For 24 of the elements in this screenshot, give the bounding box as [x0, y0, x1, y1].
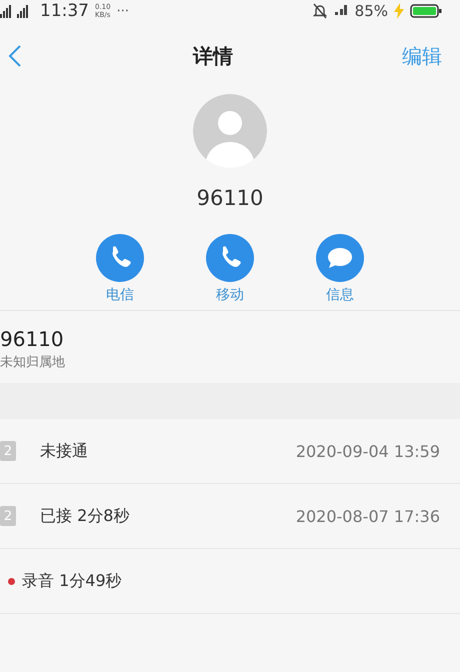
battery-percent: 85%	[354, 2, 388, 20]
battery-icon	[410, 3, 442, 19]
call-time: 2020-08-07 17:36	[296, 506, 440, 526]
signal-icon	[332, 4, 349, 18]
contact-action[interactable]: 移动	[206, 234, 254, 304]
recording-entry[interactable]: 录音 1分49秒	[22, 570, 122, 592]
avatar-icon	[193, 94, 267, 168]
contact-name: 96110	[196, 186, 264, 210]
phone-number: 96110	[0, 327, 65, 351]
status-time: 11:37	[40, 1, 89, 21]
call-status: 未接通	[40, 440, 89, 462]
contact-action[interactable]: 电信	[96, 234, 144, 304]
phone-icon	[96, 234, 144, 282]
edit-button[interactable]: 编辑	[402, 42, 442, 70]
back-icon	[8, 44, 22, 68]
page-title: 详情	[193, 42, 233, 70]
chat-bubble-icon	[316, 234, 364, 282]
more-indicator: ···	[116, 4, 129, 18]
call-status: 已接 2分8秒	[40, 506, 130, 526]
bell-off-icon	[312, 3, 327, 19]
call-time: 2020-09-04 13:59	[296, 442, 440, 460]
contact-action[interactable]: 信息	[316, 234, 364, 304]
phone-icon	[206, 234, 254, 282]
number-location: 未知归属地	[0, 354, 66, 371]
